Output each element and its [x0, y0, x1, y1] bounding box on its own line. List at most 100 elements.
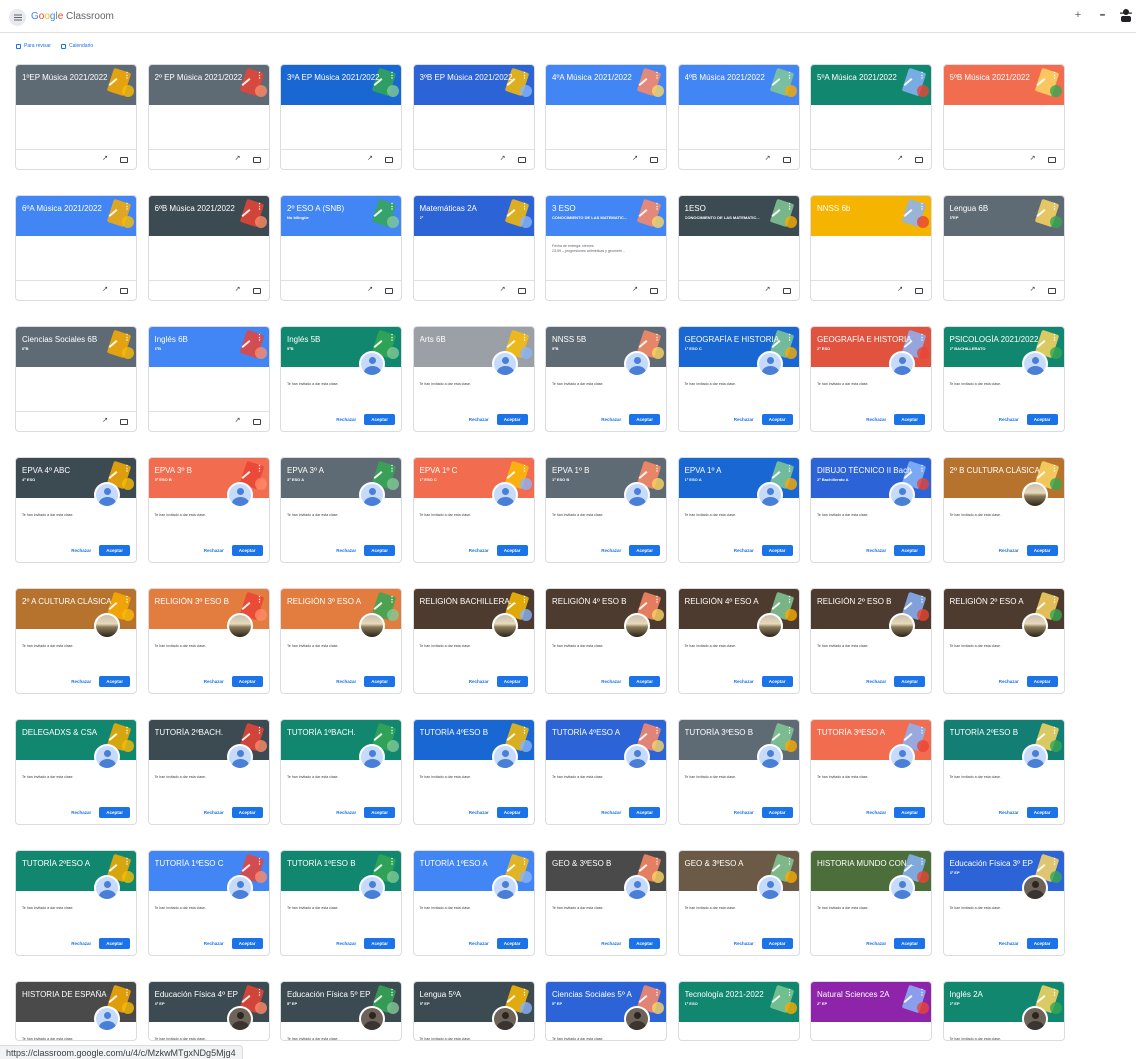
assignment-title[interactable]: 23:59 – progresiones aritméticas y geomé… — [552, 249, 625, 254]
class-card[interactable]: RELIGIÓN 4º ESO B ⋮ Te han invitado a dar … — [545, 588, 667, 694]
reject-invite-button[interactable]: Rechazar — [866, 679, 886, 684]
app-logo[interactable]: Google Classroom — [31, 11, 114, 23]
card-options-icon[interactable]: ⋮ — [256, 989, 264, 997]
reject-invite-button[interactable]: Rechazar — [999, 679, 1019, 684]
accept-invite-button[interactable]: Aceptar — [761, 676, 793, 687]
class-card[interactable]: EPVA 1º C 1º ESO C ⋮ Te han invitado a dar … — [412, 457, 535, 563]
card-options-icon[interactable]: ⋮ — [653, 727, 661, 735]
reject-invite-button[interactable]: Rechazar — [601, 941, 621, 946]
class-drive-folder-icon[interactable] — [517, 288, 526, 294]
accept-invite-button[interactable]: Aceptar — [231, 676, 263, 687]
card-options-icon[interactable]: ⋮ — [1051, 465, 1059, 473]
class-card[interactable]: RELIGIÓN 2º ESO A ⋮ Te han invitado a dar … — [942, 588, 1065, 694]
class-card-title[interactable]: RELIGIÓN 3º ESO A — [287, 597, 385, 607]
card-options-icon[interactable]: ⋮ — [521, 334, 529, 342]
reject-invite-button[interactable]: Rechazar — [734, 941, 754, 946]
class-card[interactable]: TUTORÍA 3ºESO A ⋮ Te han invitado a dar es… — [810, 719, 932, 825]
reject-invite-button[interactable]: Rechazar — [734, 548, 754, 553]
accept-invite-button[interactable]: Aceptar — [99, 938, 130, 949]
class-card-title[interactable]: 5ºA Música 2021/2022 — [817, 73, 915, 83]
class-card-title[interactable]: GEO & 3ºESO A — [685, 859, 783, 869]
card-options-icon[interactable]: ⋮ — [786, 203, 794, 211]
class-card[interactable]: RELIGIÓN 3º ESO A ⋮ Te han invitado a dar … — [280, 588, 402, 694]
reject-invite-button[interactable]: Rechazar — [866, 810, 886, 815]
class-card-title[interactable]: TUTORÍA 3ºESO A — [817, 728, 915, 738]
class-card[interactable]: Arts 6B ⋮ Te han invitado a dar esta clase… — [412, 326, 535, 432]
reject-invite-button[interactable]: Rechazar — [601, 417, 621, 422]
card-options-icon[interactable]: ⋮ — [653, 465, 661, 473]
reject-invite-button[interactable]: Rechazar — [71, 810, 91, 815]
class-card[interactable]: RELIGIÓN 4º ESO A ⋮ Te han invitado a dar … — [677, 588, 800, 694]
card-options-icon[interactable]: ⋮ — [653, 334, 661, 342]
class-card-title[interactable]: Ciencias Sociales 6B — [22, 335, 120, 345]
gradebook-trending-icon[interactable]: ↗ — [102, 417, 108, 425]
class-card[interactable]: TUTORÍA 4ºESO B ⋮ Te han invitado a dar es… — [412, 719, 535, 825]
class-card[interactable]: NNSS 5B 5ºB ⋮ Te han invitado a dar esta cl… — [545, 326, 667, 432]
class-card[interactable]: RELIGIÓN 3º ESO B ⋮ Te han invitado a dar … — [147, 588, 270, 694]
accept-invite-button[interactable]: Aceptar — [496, 807, 528, 818]
accept-invite-button[interactable]: Aceptar — [629, 938, 660, 949]
card-options-icon[interactable]: ⋮ — [786, 465, 794, 473]
class-drive-folder-icon[interactable] — [782, 157, 791, 163]
class-drive-folder-icon[interactable] — [120, 419, 128, 425]
class-card[interactable]: Inglés 2A 2º EP ⋮ Te han invitado a dar est… — [942, 981, 1065, 1041]
class-card[interactable]: 3ºB EP Música 2021/2022 ⋮ ↗ — [412, 64, 535, 170]
card-options-icon[interactable]: ⋮ — [256, 727, 264, 735]
accept-invite-button[interactable]: Aceptar — [894, 414, 925, 425]
accept-invite-button[interactable]: Aceptar — [761, 545, 793, 556]
accept-invite-button[interactable]: Aceptar — [99, 807, 130, 818]
class-card[interactable]: GEOGRAFÍA E HISTORIA 2º ESO ⋮ Te han invita… — [810, 326, 932, 432]
accept-invite-button[interactable]: Aceptar — [629, 807, 660, 818]
accept-invite-button[interactable]: Aceptar — [496, 545, 528, 556]
class-drive-folder-icon[interactable] — [650, 288, 658, 294]
to-review-link[interactable]: Para revisar — [16, 43, 51, 49]
card-options-icon[interactable]: ⋮ — [123, 858, 131, 866]
card-options-icon[interactable]: ⋮ — [388, 596, 396, 604]
class-card[interactable]: 4ºB Música 2021/2022 ⋮ ↗ — [677, 64, 800, 170]
reject-invite-button[interactable]: Rechazar — [469, 548, 489, 553]
class-card[interactable]: 4ºA Música 2021/2022 ⋮ ↗ — [545, 64, 667, 170]
class-card-title[interactable]: Educación Física 4º EP — [155, 990, 253, 1000]
accept-invite-button[interactable]: Aceptar — [629, 676, 660, 687]
class-card-title[interactable]: HISTORIA MUNDO CONTEMPORÁNEO — [817, 859, 915, 869]
class-card-title[interactable]: EPVA 3º B — [155, 466, 253, 476]
class-card[interactable]: EPVA 3º B 3º ESO B ⋮ Te han invitado a dar … — [147, 457, 270, 563]
class-card-title[interactable]: Ciencias Sociales 5º A — [552, 990, 650, 1000]
class-card-title[interactable]: Matemáticas 2A — [420, 204, 518, 214]
class-card-title[interactable]: 2º A CULTURA CLÁSICA — [22, 597, 120, 607]
class-card-header[interactable]: 3ºB EP Música 2021/2022 ⋮ — [413, 65, 534, 105]
class-card[interactable]: 2º ESO A (SNB) No bilingüe ⋮ ↗ — [280, 195, 402, 301]
reject-invite-button[interactable]: Rechazar — [734, 417, 754, 422]
reject-invite-button[interactable]: Rechazar — [734, 810, 754, 815]
main-menu-button[interactable] — [9, 9, 26, 26]
class-card-title[interactable]: TUTORÍA 1ºESO B — [287, 859, 385, 869]
card-options-icon[interactable]: ⋮ — [1051, 858, 1059, 866]
gradebook-trending-icon[interactable]: ↗ — [897, 286, 903, 294]
gradebook-trending-icon[interactable]: ↗ — [1030, 286, 1036, 294]
class-card[interactable]: TUTORÍA 1ºESO A ⋮ Te han invitado a dar es… — [412, 850, 535, 956]
accept-invite-button[interactable]: Aceptar — [894, 676, 925, 687]
class-drive-folder-icon[interactable] — [120, 288, 128, 294]
class-card[interactable]: NNSS 6b ⋮ ↗ — [810, 195, 932, 301]
reject-invite-button[interactable]: Rechazar — [204, 548, 224, 553]
class-card-title[interactable]: 6ºA Música 2021/2022 — [22, 204, 120, 214]
accept-invite-button[interactable]: Aceptar — [1026, 676, 1058, 687]
card-options-icon[interactable]: ⋮ — [521, 72, 529, 80]
card-options-icon[interactable]: ⋮ — [123, 334, 131, 342]
class-drive-folder-icon[interactable] — [782, 288, 791, 294]
google-apps-icon[interactable]: ▪▪▪ — [1096, 12, 1108, 19]
card-options-icon[interactable]: ⋮ — [123, 465, 131, 473]
reject-invite-button[interactable]: Rechazar — [999, 417, 1019, 422]
class-card-title[interactable]: TUTORÍA 2ºESO B — [950, 728, 1048, 738]
class-card[interactable]: 3ºA EP Música 2021/2022 ⋮ ↗ — [280, 64, 402, 170]
accept-invite-button[interactable]: Aceptar — [1026, 414, 1058, 425]
class-drive-folder-icon[interactable] — [385, 157, 393, 163]
gradebook-trending-icon[interactable]: ↗ — [367, 286, 373, 294]
class-card[interactable]: EPVA 3º A 3º ESO A ⋮ Te han invitado a dar … — [280, 457, 402, 563]
reject-invite-button[interactable]: Rechazar — [336, 941, 356, 946]
accept-invite-button[interactable]: Aceptar — [894, 545, 925, 556]
card-options-icon[interactable]: ⋮ — [786, 989, 794, 997]
reject-invite-button[interactable]: Rechazar — [999, 941, 1019, 946]
class-drive-folder-icon[interactable] — [650, 157, 658, 163]
class-card-header[interactable]: Natural Sciences 2A 2º EP ⋮ — [811, 982, 931, 1022]
